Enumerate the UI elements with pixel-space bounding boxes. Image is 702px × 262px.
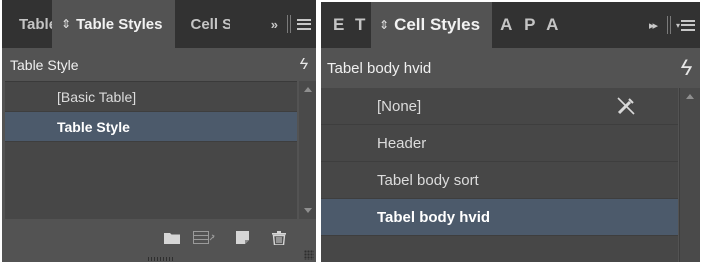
quick-apply-icon[interactable]: ϟ [680,55,692,81]
overflow-tabs-icon[interactable]: ▸▸ [649,19,658,32]
current-style-label: Tabel body hvid [327,59,432,77]
panel-menu-icon[interactable] [297,18,311,30]
new-style-icon[interactable] [236,231,249,249]
list-item-label: Tabel body sort [377,171,479,189]
list-item[interactable]: [Basic Table] [5,82,297,112]
list-item-selected[interactable]: Table Style [5,112,297,142]
sort-arrows-icon: ⇕ [61,17,72,31]
panel-footer [2,219,316,262]
scrollbar[interactable] [299,81,316,219]
list-item-label: Tabel body hvid [377,208,491,226]
divider [666,16,668,34]
cell-styles-panel: E T ⇕ Cell Styles A P A ▸▸ ▾ Tabel body … [321,2,700,262]
tab-table[interactable]: Table [2,0,52,48]
tab-label: Cell Styles [394,15,481,34]
divider [290,15,291,33]
tab-cell-styles[interactable]: Cell St [175,0,230,48]
delete-icon[interactable] [272,231,286,250]
quick-apply-icon[interactable]: ϟ [300,56,308,74]
tab-bar: E T ⇕ Cell Styles A P A ▸▸ ▾ [321,2,700,48]
tab-label: T [355,15,366,34]
no-edit-icon [616,96,636,120]
tab-cell-styles[interactable]: ⇕ Cell Styles [371,2,493,48]
current-style-header: Table Style ϟ [2,48,316,81]
menu-arrow-icon[interactable]: ▾ [676,21,680,30]
tab-a2[interactable]: A [542,2,566,48]
sort-arrows-icon: ⇕ [379,18,390,32]
scroll-up-arrow-icon[interactable] [686,94,694,99]
tab-label: E [333,15,345,34]
tab-label: Table Styles [76,15,163,33]
tab-label: Table [19,15,52,33]
scrollbar[interactable] [679,88,700,262]
tab-label: A [546,15,559,34]
tab-bar: Table ⇕ Table Styles Cell St » [2,0,316,48]
table-styles-panel: Table ⇕ Table Styles Cell St » Table Sty… [2,0,316,262]
scroll-up-arrow-icon[interactable] [303,87,312,92]
tab-table-styles[interactable]: ⇕ Table Styles [52,0,175,48]
list-item-label: Table Style [57,118,130,135]
list-item-selected[interactable]: Tabel body hvid [321,199,678,236]
corner-resize-grip[interactable] [304,250,314,260]
tab-label: A [500,15,513,34]
panel-controls: ▸▸ ▾ [644,2,700,48]
tab-label: Cell St [190,15,230,33]
current-style-label: Table Style [10,56,79,73]
divider [287,15,288,33]
scroll-down-arrow-icon[interactable] [303,208,312,213]
resize-grip[interactable] [148,257,174,261]
tab-e[interactable]: E [321,2,349,48]
current-style-header: Tabel body hvid ϟ [321,48,700,88]
list-item[interactable]: Header [321,125,678,162]
list-item-label: Header [377,134,427,152]
tab-p[interactable]: P [520,2,542,48]
tab-label: P [524,15,536,34]
tab-t[interactable]: T [349,2,371,48]
panel-controls: » [266,0,316,48]
cell-style-list: [None] Header Tabel body sort Tabel body… [321,88,678,262]
list-item-label: [Basic Table] [57,88,137,105]
overflow-tabs-icon[interactable]: » [271,17,278,32]
divider [669,16,671,34]
list-item[interactable]: [None] [321,88,678,125]
list-item-label: [None] [377,97,422,115]
panel-menu-icon[interactable] [681,19,695,31]
load-styles-icon[interactable] [193,231,215,249]
list-item[interactable]: Tabel body sort [321,162,678,199]
table-style-list: [Basic Table] Table Style [5,81,297,219]
folder-icon[interactable] [164,231,180,249]
tab-a[interactable]: A [492,2,520,48]
